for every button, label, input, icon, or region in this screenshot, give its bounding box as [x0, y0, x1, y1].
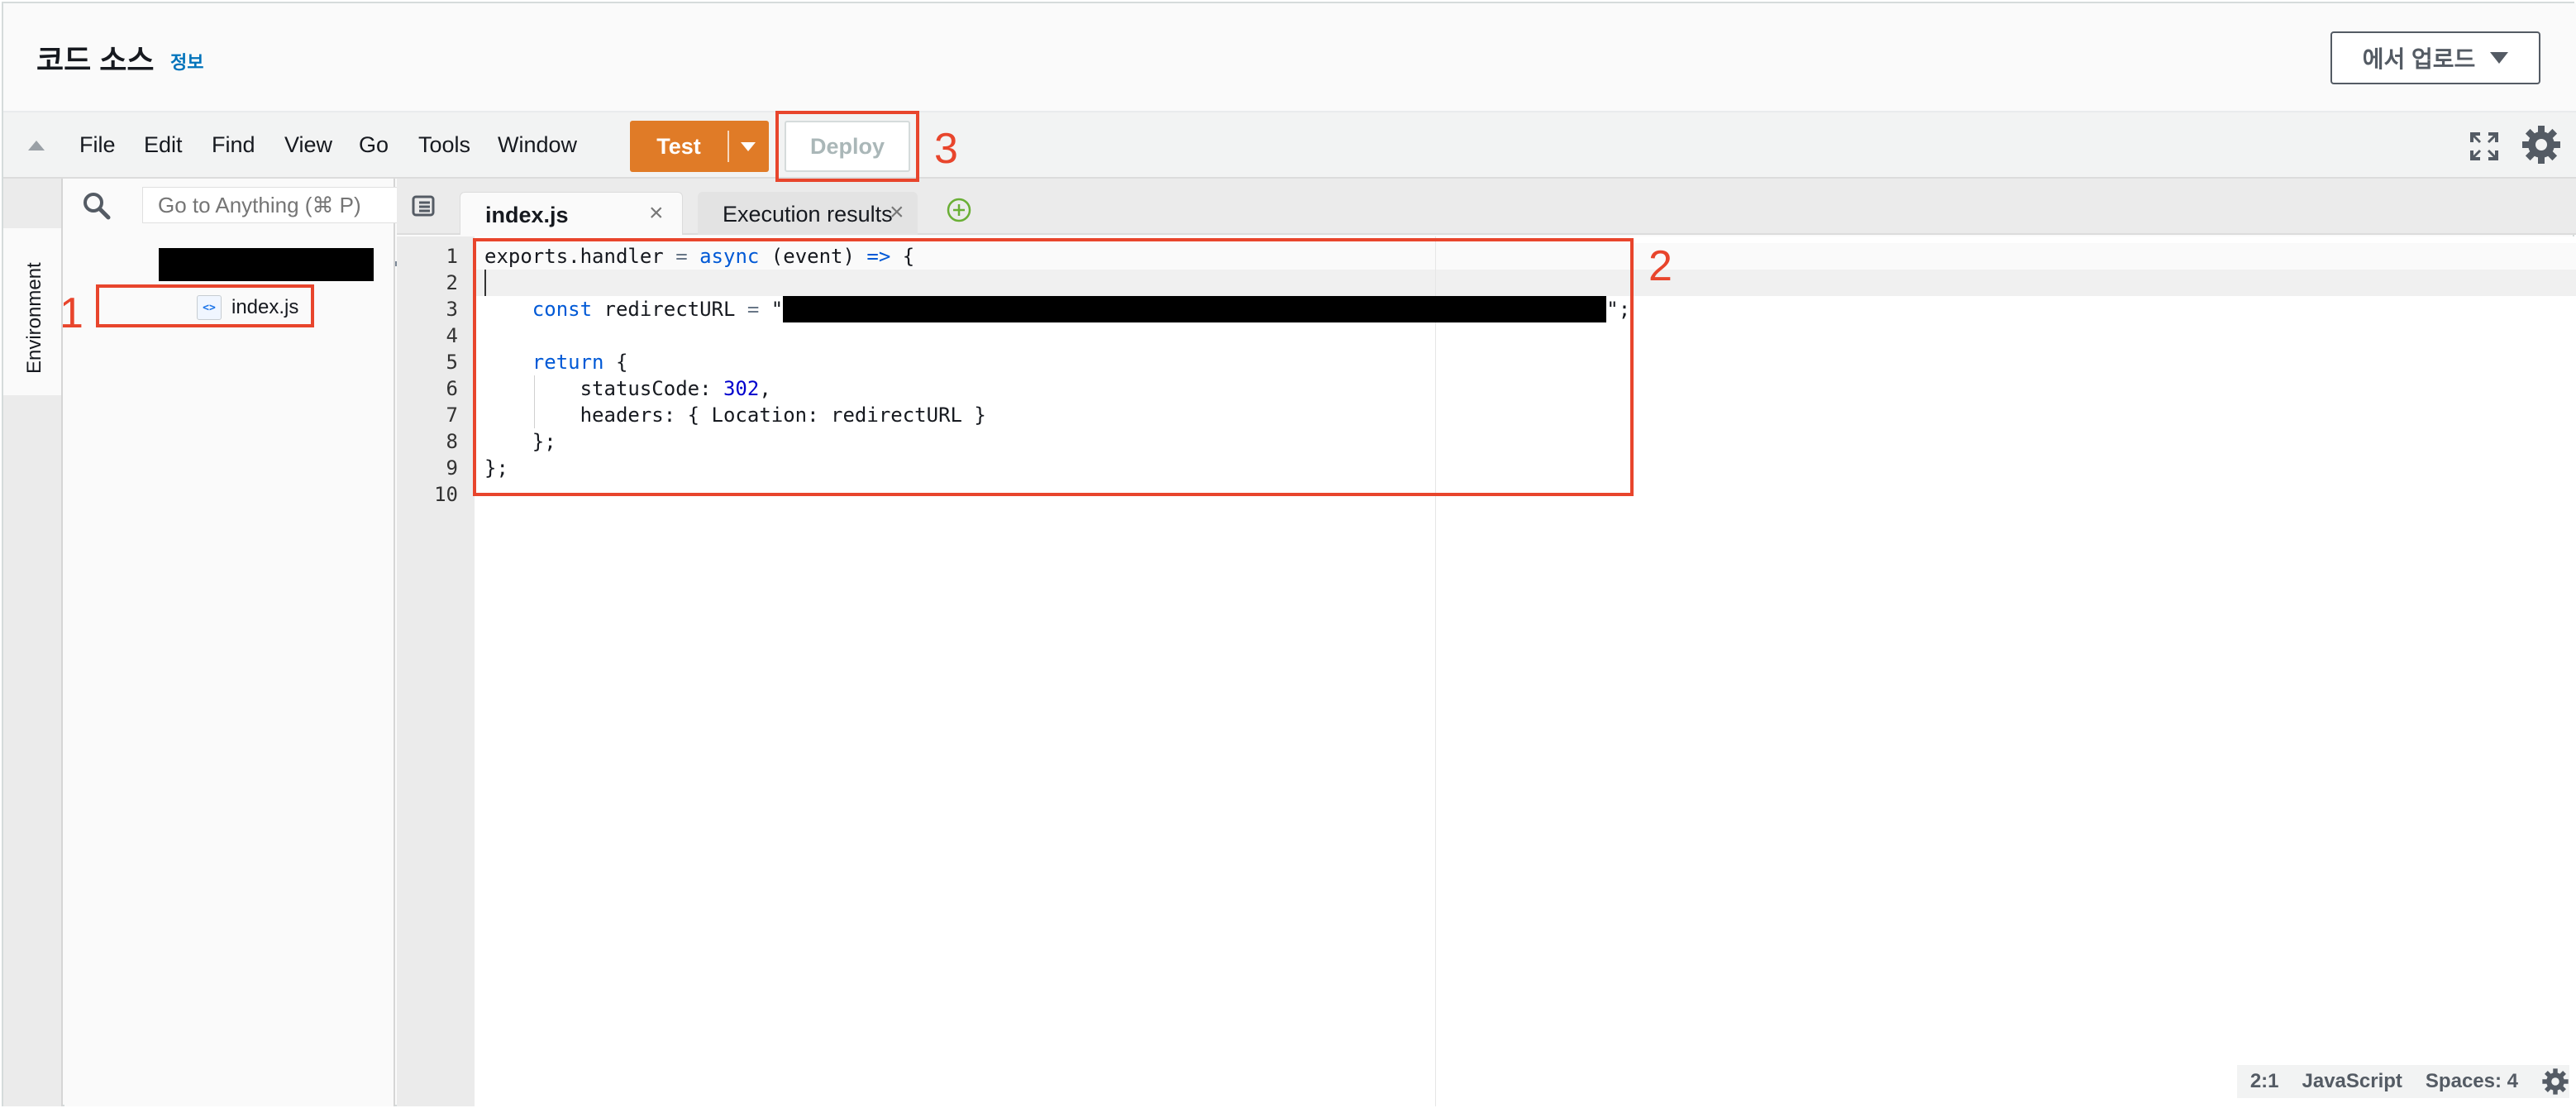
editor-tab-bar: index.js × Execution results ×	[397, 179, 2576, 235]
close-tab-icon[interactable]: ×	[649, 199, 664, 227]
environment-rail: Environment	[3, 179, 63, 1106]
annotation-number-1: 1	[60, 289, 83, 337]
line-number: 5	[446, 351, 458, 374]
environment-label: Environment	[23, 262, 45, 374]
caret-down-icon	[2490, 52, 2509, 64]
line-number: 9	[446, 456, 458, 480]
test-button-divider	[727, 131, 729, 162]
menu-file[interactable]: File	[79, 132, 116, 158]
upload-from-label: 에서 업로드	[2362, 46, 2476, 72]
settings-gear-icon[interactable]	[2521, 124, 2562, 165]
line-number: 7	[446, 404, 458, 427]
line-number: 1	[446, 245, 458, 268]
page-title: 코드 소스	[36, 43, 155, 77]
annotation-box-code	[473, 238, 1634, 496]
indent-spaces[interactable]: Spaces: 4	[2426, 1070, 2518, 1093]
annotation-number-3: 3	[934, 125, 958, 173]
tab-execution-results[interactable]: Execution results ×	[698, 192, 918, 235]
line-number: 3	[446, 298, 458, 321]
annotation-box-file	[96, 284, 314, 327]
ide-menu-bar: File Edit Find View Go Tools Window Test…	[3, 112, 2576, 179]
annotation-box-deploy	[775, 111, 919, 182]
status-settings-gear-icon[interactable]	[2541, 1067, 2569, 1096]
redacted-folder-row[interactable]	[159, 248, 374, 281]
app-frame: 코드 소스 정보 에서 업로드 File Edit Find View Go T…	[2, 2, 2576, 1106]
tab-list-icon[interactable]	[412, 195, 436, 218]
menu-go[interactable]: Go	[359, 132, 389, 158]
info-link[interactable]: 정보	[170, 48, 203, 74]
line-number: 8	[446, 430, 458, 453]
tab-label: index.js	[485, 203, 569, 227]
line-number: 6	[446, 377, 458, 400]
menu-edit[interactable]: Edit	[144, 132, 183, 158]
search-icon[interactable]	[83, 192, 111, 220]
line-number: 2	[446, 271, 458, 294]
test-button[interactable]: Test	[630, 121, 769, 172]
test-dropdown-caret-icon[interactable]	[741, 142, 756, 151]
add-tab-icon[interactable]	[946, 197, 972, 223]
language-mode[interactable]: JavaScript	[2302, 1070, 2402, 1093]
fullscreen-icon[interactable]	[2470, 132, 2498, 160]
menu-find[interactable]: Find	[212, 132, 255, 158]
line-number: 10	[434, 483, 458, 506]
annotation-number-2: 2	[1648, 242, 1672, 290]
menu-tools[interactable]: Tools	[418, 132, 470, 158]
close-tab-icon[interactable]: ×	[890, 198, 904, 227]
code-source-header: 코드 소스 정보 에서 업로드	[3, 3, 2576, 112]
tab-label: Execution results	[723, 202, 893, 227]
editor-status-bar: 2:1 JavaScript Spaces: 4	[2236, 1065, 2569, 1098]
line-number-gutter: 1 2 3 4 5 6 7 8 9 10	[397, 236, 475, 1106]
tab-index-js[interactable]: index.js ×	[460, 192, 683, 235]
test-button-label: Test	[656, 133, 701, 159]
upload-from-button[interactable]: 에서 업로드	[2330, 31, 2540, 84]
collapse-arrow-icon[interactable]	[28, 141, 45, 150]
menu-window[interactable]: Window	[498, 132, 577, 158]
menu-view[interactable]: View	[284, 132, 332, 158]
cursor-position[interactable]: 2:1	[2250, 1070, 2279, 1093]
line-number: 4	[446, 324, 458, 347]
